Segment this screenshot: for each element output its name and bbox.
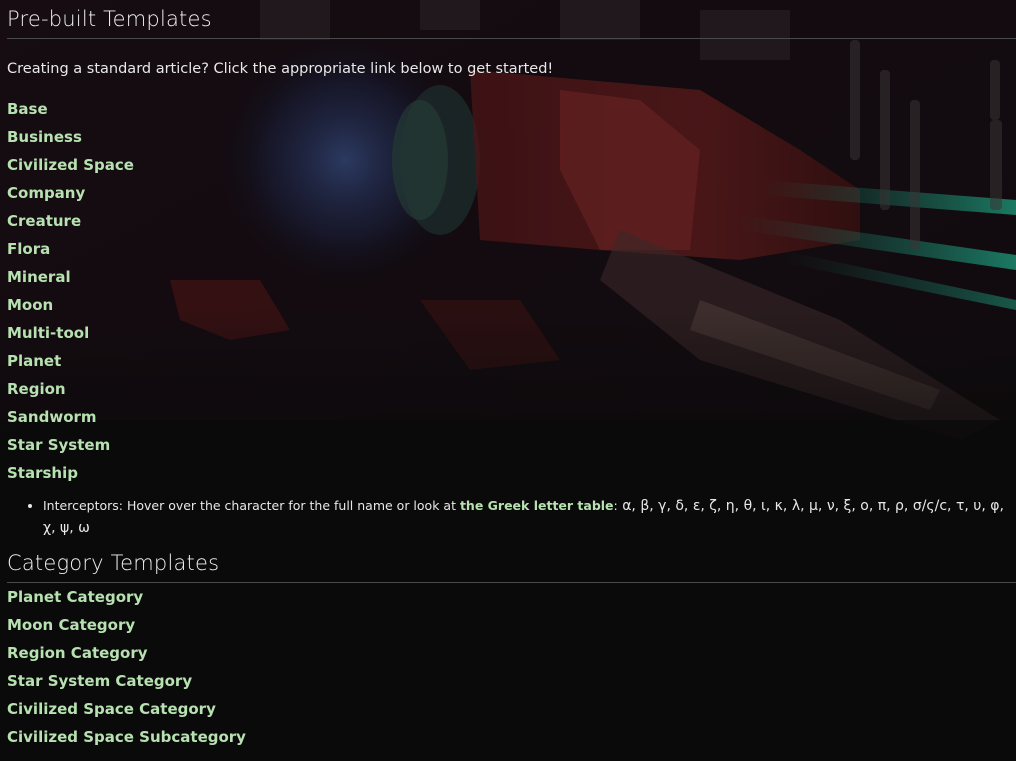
content: Pre-built Templates Creating a standard …	[0, 0, 1016, 751]
page: Pre-built Templates Creating a standard …	[0, 0, 1016, 761]
template-link-company[interactable]: Company	[7, 184, 85, 202]
list-item: Flora	[7, 235, 1016, 263]
list-item: Civilized Space Category	[7, 695, 1016, 723]
interceptor-note-list: Interceptors: Hover over the character f…	[7, 495, 1016, 539]
list-item: Business	[7, 123, 1016, 151]
note-prefix: Interceptors: Hover over the character f…	[43, 498, 460, 513]
list-item: Starship	[7, 459, 1016, 487]
template-link-civilized-space[interactable]: Civilized Space	[7, 156, 134, 174]
template-link-sandworm[interactable]: Sandworm	[7, 408, 97, 426]
list-item: Creature	[7, 207, 1016, 235]
template-link-region-category[interactable]: Region Category	[7, 644, 148, 662]
template-link-civilized-space-subcategory[interactable]: Civilized Space Subcategory	[7, 728, 246, 746]
intro-text: Creating a standard article? Click the a…	[7, 61, 554, 77]
template-link-star-system-category[interactable]: Star System Category	[7, 672, 192, 690]
template-link-star-system[interactable]: Star System	[7, 436, 110, 454]
template-link-business[interactable]: Business	[7, 128, 82, 146]
list-item: Mineral	[7, 263, 1016, 291]
list-item: Planet Category	[7, 583, 1016, 611]
template-link-civilized-space-category[interactable]: Civilized Space Category	[7, 700, 216, 718]
list-item: Region	[7, 375, 1016, 403]
list-item: Star System	[7, 431, 1016, 459]
template-link-creature[interactable]: Creature	[7, 212, 81, 230]
template-link-multi-tool[interactable]: Multi-tool	[7, 324, 89, 342]
template-link-planet-category[interactable]: Planet Category	[7, 588, 143, 606]
list-item: Star System Category	[7, 667, 1016, 695]
list-item: Company	[7, 179, 1016, 207]
interceptor-note: Interceptors: Hover over the character f…	[43, 495, 1016, 539]
list-item: Civilized Space	[7, 151, 1016, 179]
template-link-moon[interactable]: Moon	[7, 296, 53, 314]
template-link-moon-category[interactable]: Moon Category	[7, 616, 135, 634]
section-heading-category: Category Templates	[7, 539, 1016, 583]
prebuilt-template-list: Base Business Civilized Space Company Cr…	[7, 95, 1016, 487]
list-item: Sandworm	[7, 403, 1016, 431]
list-item: Region Category	[7, 639, 1016, 667]
template-link-region[interactable]: Region	[7, 380, 66, 398]
list-item: Moon	[7, 291, 1016, 319]
greek-letter-table-link[interactable]: the Greek letter table	[460, 498, 614, 513]
template-link-mineral[interactable]: Mineral	[7, 268, 71, 286]
list-item: Civilized Space Subcategory	[7, 723, 1016, 751]
list-item: Multi-tool	[7, 319, 1016, 347]
template-link-planet[interactable]: Planet	[7, 352, 61, 370]
list-item: Base	[7, 95, 1016, 123]
template-link-base[interactable]: Base	[7, 100, 48, 118]
list-item: Planet	[7, 347, 1016, 375]
section-heading-prebuilt: Pre-built Templates	[7, 0, 1016, 39]
template-link-starship[interactable]: Starship	[7, 464, 78, 482]
list-item: Moon Category	[7, 611, 1016, 639]
template-link-flora[interactable]: Flora	[7, 240, 50, 258]
category-template-list: Planet Category Moon Category Region Cat…	[7, 583, 1016, 751]
